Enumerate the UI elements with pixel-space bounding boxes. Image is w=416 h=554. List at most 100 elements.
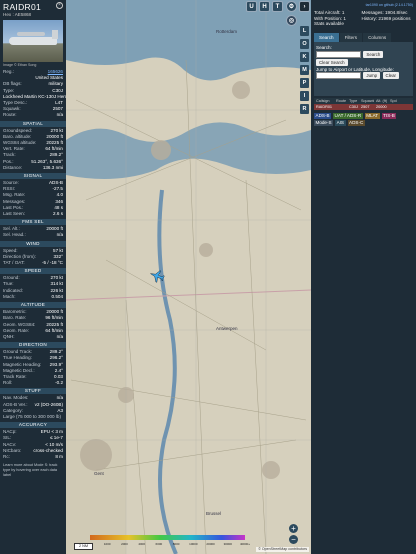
- map-side-button-l[interactable]: L: [300, 26, 309, 36]
- zoom-out-button[interactable]: −: [289, 535, 298, 544]
- source-legend: ADS-B UAT / ADS-R MLAT TIS-B Mode-S AIS ADS-C: [314, 112, 413, 126]
- section-header-stuff[interactable]: STUFF: [0, 388, 66, 395]
- detail-row-value: 8 m: [55, 453, 63, 459]
- altitude-tick-label: 4000: [138, 542, 145, 546]
- city-label-rotterdam: Rotterdam: [216, 29, 237, 34]
- altitude-tick-label: 10000: [189, 542, 198, 546]
- layers-icon[interactable]: ◎: [286, 15, 297, 26]
- map-attribution[interactable]: © OpenStreetMap contributors: [256, 547, 309, 552]
- detail-row-key: Large (75 000 to 300 000 lb): [3, 413, 61, 419]
- collapse-sidebar-chevron-icon[interactable]: ›: [299, 1, 310, 12]
- basic-info-row: Route: n/a: [0, 112, 66, 118]
- zoom-in-button[interactable]: +: [289, 524, 298, 533]
- selected-hex: Hex : AE5868: [3, 12, 32, 17]
- legend-item[interactable]: Mode-S: [314, 119, 334, 126]
- selected-header: RAIDR01 Hex : AE5868 ×: [0, 0, 66, 18]
- legend-item[interactable]: ADS-C: [347, 119, 365, 126]
- tab-columns[interactable]: Columns: [363, 32, 392, 42]
- map-side-button-p[interactable]: P: [300, 78, 309, 88]
- legend-item[interactable]: ADS-B: [314, 112, 332, 119]
- table-cell: 2507: [361, 104, 370, 109]
- settings-tabs: Search Filters Columns: [314, 32, 413, 42]
- detail-row-value: 136.3 nmi: [42, 164, 63, 170]
- legend-item[interactable]: MLAT: [364, 112, 380, 119]
- map-tiles: Gent Antwerpen Rotterdam Brussel 5001000…: [66, 0, 311, 554]
- jump-button[interactable]: Jump: [363, 71, 381, 79]
- section-header-speed[interactable]: SPEED: [0, 268, 66, 275]
- clear-search-button[interactable]: Clear Search: [316, 58, 348, 66]
- detail-row: Large (75 000 to 300 000 lb): [0, 414, 66, 420]
- stats-block: Total Aircraft: 1 Messages: 1904.8/sec Wit…: [311, 10, 416, 27]
- map-side-button-r[interactable]: R: [300, 104, 309, 114]
- stat-row: Stats available: [311, 21, 416, 27]
- close-icon[interactable]: ×: [56, 2, 63, 9]
- detail-row: Last Seen: 2.6 s: [0, 211, 66, 217]
- info-sections: SPATIAL Groundspeed: 270 kt Baro. altitude:…: [0, 120, 66, 461]
- altitude-tick-label: 6000: [156, 542, 163, 546]
- detail-row-key: Rc:: [3, 453, 10, 459]
- search-button[interactable]: Search: [363, 50, 384, 58]
- photo-wing: [17, 32, 45, 36]
- legend-item[interactable]: TIS-B: [381, 112, 397, 119]
- detail-row: TAT / OAT: -5 / -18 °C: [0, 260, 66, 266]
- basic-info-row-key: Reg.:: [3, 69, 14, 74]
- map-button-u[interactable]: U: [246, 1, 257, 12]
- footer-text: Learn more about Mode S: track type by h…: [3, 463, 58, 478]
- altitude-tick-label: 20000: [206, 542, 215, 546]
- map-button-h[interactable]: H: [259, 1, 270, 12]
- aircraft-list-panel: tar1090 on github (2.14.1750) Total Airc…: [311, 0, 416, 554]
- section-header-altitude[interactable]: ALTITUDE: [0, 302, 66, 309]
- city-label-gent: Gent: [94, 471, 105, 476]
- photo-fuselage: [9, 37, 57, 45]
- tab-search[interactable]: Search: [314, 32, 339, 42]
- detail-row-value: 2.6 s: [53, 211, 63, 217]
- search-input[interactable]: [316, 50, 361, 58]
- detail-row-value: -5 / -18 °C: [42, 260, 63, 266]
- detail-row: Sel. Head.: n/a: [0, 232, 66, 238]
- section-header-spatial[interactable]: SPATIAL: [0, 120, 66, 127]
- city-label-brussel: Brussel: [206, 511, 221, 516]
- settings-gear-icon[interactable]: ⚙: [286, 1, 297, 12]
- version-link[interactable]: tar1090 on github (2.14.1750): [311, 0, 416, 10]
- scale-bar: 2 NM: [74, 543, 94, 550]
- map-side-button-k[interactable]: K: [300, 52, 309, 62]
- section-header-wind[interactable]: WIND: [0, 240, 66, 247]
- map-side-button-o[interactable]: O: [300, 39, 309, 49]
- stat-right: [362, 21, 413, 27]
- altitude-tick-label: 40000+: [240, 542, 250, 546]
- table-cell: RAIDR01: [316, 104, 333, 109]
- table-row[interactable]: RAIDR01 C30J 2507 20000: [314, 103, 413, 110]
- map-side-button-i[interactable]: I: [300, 91, 309, 101]
- jump-input[interactable]: [316, 71, 361, 79]
- stat-left: Stats available: [314, 21, 344, 27]
- aircraft-photo[interactable]: [3, 20, 63, 62]
- aircraft-table: Callsign Route Type Squawk Alt. (ft) Spd RAID…: [314, 97, 413, 110]
- section-header-fms-sel[interactable]: FMS SEL: [0, 219, 66, 226]
- table-cell: 20000: [376, 104, 387, 109]
- detail-row: Roll: -0.2: [0, 380, 66, 386]
- basic-info-row-key: Route:: [3, 112, 17, 118]
- legend-item[interactable]: UAT / ADS-R: [333, 112, 363, 119]
- detail-row-key: Last Seen:: [3, 211, 25, 217]
- legend-item[interactable]: AIS: [335, 119, 346, 126]
- map-canvas[interactable]: Gent Antwerpen Rotterdam Brussel 5001000…: [66, 0, 311, 554]
- altitude-tick-label: 8000: [173, 542, 180, 546]
- selected-callsign: RAIDR01: [3, 2, 42, 12]
- section-header-direction[interactable]: DIRECTION: [0, 342, 66, 349]
- altitude-legend-bar: [90, 535, 245, 540]
- table-cell: C30J: [349, 104, 358, 109]
- altitude-tick-label: 1000: [104, 542, 111, 546]
- map-side-button-m[interactable]: M: [300, 65, 309, 75]
- detail-row: Mach: 0.504: [0, 294, 66, 300]
- section-header-signal[interactable]: SIGNAL: [0, 173, 66, 180]
- clear-jump-button[interactable]: Clear: [382, 71, 400, 79]
- photo-credit: Image © Ethan Song: [3, 63, 37, 67]
- map-button-t[interactable]: T: [272, 1, 283, 12]
- section-header-accuracy[interactable]: ACCURACY: [0, 422, 66, 429]
- tab-filters[interactable]: Filters: [339, 32, 363, 42]
- aircraft-info-panel: RAIDR01 Hex : AE5868 × Image © Ethan Son…: [0, 0, 66, 554]
- clear-search-row: Clear Search: [316, 58, 411, 66]
- detail-row: Rc: 8 m: [0, 454, 66, 460]
- detail-row-key: Distance:: [3, 164, 23, 170]
- detail-row: QNH: n/a: [0, 334, 66, 340]
